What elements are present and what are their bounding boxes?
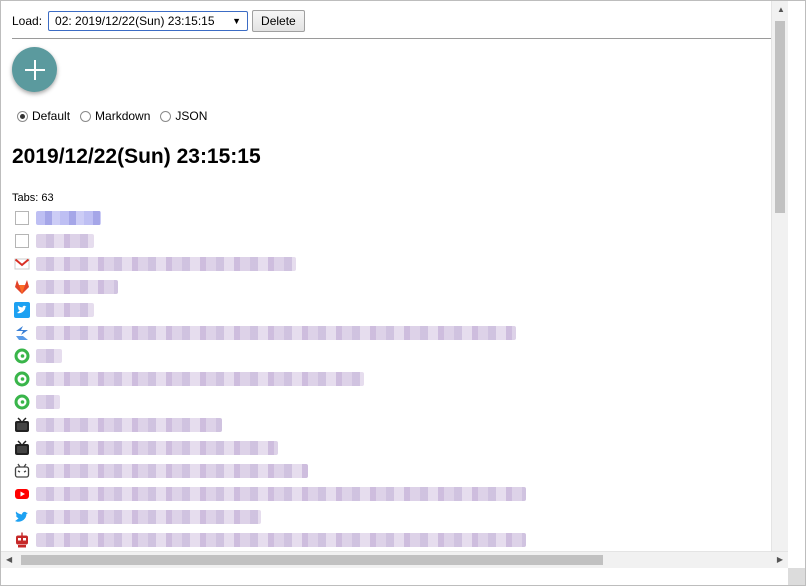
format-radio-group: Default Markdown JSON <box>17 109 207 123</box>
tab-title-redacted[interactable] <box>36 233 94 248</box>
scroll-left-icon[interactable]: ◀ <box>6 555 12 564</box>
tab-row[interactable] <box>14 367 562 390</box>
divider <box>12 38 787 39</box>
format-option-markdown[interactable]: Markdown <box>80 109 150 123</box>
scroll-right-icon[interactable]: ▶ <box>777 555 783 564</box>
vertical-scroll-thumb[interactable] <box>775 21 785 213</box>
tab-row[interactable] <box>14 505 562 528</box>
gmail-icon <box>14 256 30 272</box>
tab-row[interactable] <box>14 528 562 551</box>
tab-title-redacted[interactable] <box>36 325 516 340</box>
youtube-icon <box>14 486 30 502</box>
extension-popup: Load: 02: 2019/12/22(Sun) 23:15:15 ▼ Del… <box>0 0 806 586</box>
niconico-tv-icon <box>14 439 30 456</box>
tab-title-redacted[interactable] <box>36 302 94 317</box>
add-snapshot-button[interactable] <box>12 47 57 92</box>
blank-page-icon <box>14 210 30 226</box>
tab-title-redacted[interactable] <box>36 279 118 294</box>
green-at-icon <box>14 371 30 387</box>
plus-icon <box>24 59 45 80</box>
robot-icon <box>14 532 30 548</box>
tab-title-redacted[interactable] <box>36 256 296 271</box>
horizontal-scroll-thumb[interactable] <box>21 555 603 565</box>
vertical-scrollbar[interactable]: ▲ ▼ <box>771 1 788 568</box>
gitlab-icon <box>14 279 30 295</box>
twitter-icon <box>14 301 30 318</box>
tab-title-redacted[interactable] <box>36 371 364 386</box>
tab-row[interactable] <box>14 206 562 229</box>
green-at-icon <box>14 394 30 410</box>
dropdown-arrow-icon: ▼ <box>232 16 242 26</box>
radio-json[interactable] <box>160 110 172 122</box>
tab-title-redacted[interactable] <box>36 210 101 225</box>
tabs-count: Tabs: 63 <box>12 192 54 204</box>
tab-row[interactable] <box>14 252 562 275</box>
zenhub-icon <box>14 325 30 341</box>
niconico-tv-icon <box>14 416 30 433</box>
blank-page-icon <box>14 233 30 249</box>
tab-title-redacted[interactable] <box>36 486 526 501</box>
tab-title-redacted[interactable] <box>36 394 60 409</box>
tab-row[interactable] <box>14 413 562 436</box>
tab-row[interactable] <box>14 275 562 298</box>
tab-title-redacted[interactable] <box>36 463 308 478</box>
tab-title-redacted[interactable] <box>36 348 62 363</box>
popup-content: Load: 02: 2019/12/22(Sun) 23:15:15 ▼ Del… <box>1 1 788 568</box>
scrollbar-corner <box>788 568 805 585</box>
tab-row[interactable] <box>14 229 562 252</box>
snapshot-select-value: 02: 2019/12/22(Sun) 23:15:15 <box>55 14 215 28</box>
delete-button[interactable]: Delete <box>252 10 305 32</box>
format-label-markdown: Markdown <box>95 109 151 123</box>
session-title: 2019/12/22(Sun) 23:15:15 <box>12 145 261 168</box>
load-label: Load: <box>12 14 43 28</box>
twitter-bird-icon <box>14 509 30 525</box>
radio-default[interactable] <box>17 110 28 122</box>
tab-row[interactable] <box>14 459 562 482</box>
tab-list <box>14 206 562 568</box>
tab-row[interactable] <box>14 344 562 367</box>
tab-row[interactable] <box>14 321 562 344</box>
snapshot-select[interactable]: 02: 2019/12/22(Sun) 23:15:15 ▼ <box>48 11 249 31</box>
toolbar: Load: 02: 2019/12/22(Sun) 23:15:15 ▼ Del… <box>12 10 305 32</box>
tab-title-redacted[interactable] <box>36 532 526 547</box>
bilibili-tv-icon <box>14 463 30 479</box>
horizontal-scrollbar[interactable]: ◀ ▶ <box>1 551 788 568</box>
tab-title-redacted[interactable] <box>36 417 222 432</box>
tab-row[interactable] <box>14 390 562 413</box>
tab-row[interactable] <box>14 482 562 505</box>
green-at-icon <box>14 348 30 364</box>
tab-title-redacted[interactable] <box>36 440 278 455</box>
format-label-default: Default <box>32 109 71 123</box>
format-option-json[interactable]: JSON <box>160 109 207 123</box>
tab-title-redacted[interactable] <box>36 509 261 524</box>
format-label-json: JSON <box>175 109 208 123</box>
scroll-up-icon[interactable]: ▲ <box>777 5 785 14</box>
format-option-default[interactable]: Default <box>17 109 70 123</box>
radio-markdown[interactable] <box>80 110 92 122</box>
tab-row[interactable] <box>14 436 562 459</box>
tab-row[interactable] <box>14 298 562 321</box>
